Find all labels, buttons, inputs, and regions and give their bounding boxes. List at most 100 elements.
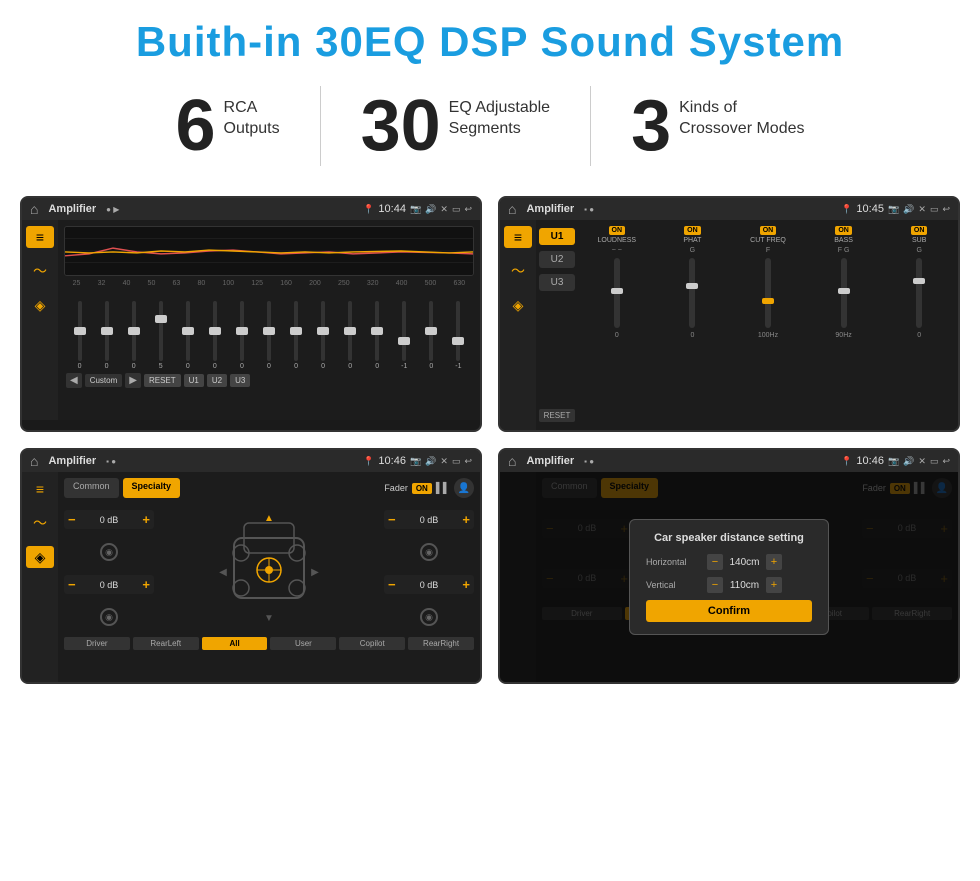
vertical-minus-btn[interactable]: − (707, 577, 723, 593)
sidebar-fader-eq-icon[interactable]: ≡ (26, 478, 54, 500)
left-db1-plus[interactable]: + (142, 512, 150, 527)
btn-user[interactable]: User (270, 637, 336, 650)
dialog-vertical-label: Vertical (646, 580, 701, 590)
left-db2-val: 0 dB (79, 580, 140, 590)
eq-u1-btn[interactable]: U1 (184, 374, 204, 387)
eq-prev-btn[interactable]: ◀ (66, 373, 82, 388)
right-db2-minus[interactable]: − (388, 577, 396, 592)
back-icon-fader[interactable]: ↩ (464, 456, 472, 467)
dialog-horizontal-row: Horizontal − 140cm + (646, 554, 812, 570)
camera-icon-dialog: 📷 (888, 456, 899, 467)
eq-preset-label: Custom (85, 374, 123, 387)
amp-preset-u1[interactable]: U1 (539, 228, 575, 245)
home-icon-amp[interactable]: ⌂ (508, 201, 516, 217)
app-title-fader: Amplifier (48, 455, 96, 467)
sidebar-eq-icon[interactable]: ≡ (26, 226, 54, 248)
status-bar-fader: ⌂ Amplifier ▪ ● 📍 10:46 📷 🔊 ✕ ▭ ↩ (22, 450, 480, 472)
sidebar-amp-eq-icon[interactable]: ≡ (504, 226, 532, 248)
eq-reset-btn[interactable]: RESET (144, 374, 181, 387)
eq-graph (64, 226, 474, 276)
svg-text:▶: ▶ (311, 567, 319, 578)
sub-on-badge[interactable]: ON (911, 226, 928, 235)
left-db2-plus[interactable]: + (142, 577, 150, 592)
location-icon-dialog: 📍 (841, 456, 852, 467)
back-icon-eq[interactable]: ↩ (464, 204, 472, 215)
eq-sliders: 0 0 0 5 0 0 0 0 0 0 0 0 -1 0 -1 (64, 290, 474, 370)
eq-main: 253240506380100125160200250320400500630 … (58, 220, 480, 420)
status-time-dialog: 10:46 (856, 455, 884, 467)
fader-on-badge[interactable]: ON (412, 483, 432, 494)
btn-all[interactable]: All (202, 637, 268, 650)
sidebar-wave-icon[interactable]: 〜 (26, 260, 54, 282)
fader-right-speaker-1: ◉ (384, 543, 474, 561)
eq-next-btn[interactable]: ▶ (125, 373, 141, 388)
btn-rearright[interactable]: RearRight (408, 637, 474, 650)
home-icon-eq[interactable]: ⌂ (30, 201, 38, 217)
signal-icon-amp: ✕ (918, 204, 926, 215)
battery-icon-fader: ▭ (452, 456, 461, 467)
fader-body: − 0 dB + ◉ − 0 dB + ◉ (64, 503, 474, 633)
sidebar-speaker-icon[interactable]: ◈ (26, 294, 54, 316)
horizontal-plus-btn[interactable]: + (766, 554, 782, 570)
sidebar-amp-speaker-icon[interactable]: ◈ (504, 294, 532, 316)
sub-slider[interactable] (916, 258, 922, 328)
eq-bottom-bar: ◀ Custom ▶ RESET U1 U2 U3 (64, 370, 474, 391)
right-db1-minus[interactable]: − (388, 512, 396, 527)
amp-control-loudness: ON LOUDNESS ~~ 0 (582, 226, 652, 424)
sub-label: SUB (912, 237, 926, 244)
left-db1-minus[interactable]: − (68, 512, 76, 527)
fader-right-db-1: − 0 dB + (384, 510, 474, 529)
horizontal-minus-btn[interactable]: − (707, 554, 723, 570)
app-title-eq: Amplifier (48, 203, 96, 215)
bass-slider[interactable] (841, 258, 847, 328)
home-icon-fader[interactable]: ⌂ (30, 453, 38, 469)
right-db1-val: 0 dB (399, 515, 460, 525)
tab-common[interactable]: Common (64, 478, 119, 498)
phat-on-badge[interactable]: ON (684, 226, 701, 235)
tab-specialty[interactable]: Specialty (123, 478, 181, 498)
stat-number-rca: 6 (176, 90, 216, 162)
home-icon-dialog[interactable]: ⌂ (508, 453, 516, 469)
back-icon-dialog[interactable]: ↩ (942, 456, 950, 467)
cutfreq-slider[interactable] (765, 258, 771, 328)
amp-reset-btn[interactable]: RESET (539, 409, 575, 422)
bass-on-badge[interactable]: ON (835, 226, 852, 235)
sidebar-amp-wave-icon[interactable]: 〜 (504, 260, 532, 282)
camera-icon-fader: 📷 (410, 456, 421, 467)
back-icon-amp[interactable]: ↩ (942, 204, 950, 215)
eq-u2-btn[interactable]: U2 (207, 374, 227, 387)
dialog-vertical-control: − 110cm + (707, 577, 782, 593)
btn-copilot[interactable]: Copilot (339, 637, 405, 650)
sidebar-fader-speaker-icon[interactable]: ◈ (26, 546, 54, 568)
dialog-horizontal-control: − 140cm + (707, 554, 782, 570)
app-title-dialog: Amplifier (526, 455, 574, 467)
amp-preset-u2[interactable]: U2 (539, 251, 575, 268)
left-db2-minus[interactable]: − (68, 577, 76, 592)
fader-left-db-1: − 0 dB + (64, 510, 154, 529)
amp-preset-u3[interactable]: U3 (539, 274, 575, 291)
status-time-eq: 10:44 (378, 203, 406, 215)
fader-left-speaker-1: ◉ (64, 543, 154, 561)
battery-icon-amp: ▭ (930, 204, 939, 215)
fader-user-icon[interactable]: 👤 (454, 478, 474, 498)
eq-u3-btn[interactable]: U3 (230, 374, 250, 387)
fader-label: Fader (384, 483, 408, 493)
amp-presets: U1 U2 U3 RESET (536, 220, 578, 430)
right-db2-plus[interactable]: + (462, 577, 470, 592)
fader-right-db-2: − 0 dB + (384, 575, 474, 594)
loudness-slider[interactable] (614, 258, 620, 328)
stat-label-crossover: Kinds ofCrossover Modes (679, 98, 804, 140)
screen-content-amp: ≡ 〜 ◈ U1 U2 U3 RESET ON LOUDNESS ~~ (500, 220, 958, 430)
fader-tabs: Common Specialty Fader ON ▌▌ 👤 (64, 478, 474, 498)
phat-slider[interactable] (689, 258, 695, 328)
confirm-button[interactable]: Confirm (646, 600, 812, 622)
vertical-plus-btn[interactable]: + (766, 577, 782, 593)
sidebar-fader-wave-icon[interactable]: 〜 (26, 512, 54, 534)
btn-rearleft[interactable]: RearLeft (133, 637, 199, 650)
status-time-fader: 10:46 (378, 455, 406, 467)
btn-driver[interactable]: Driver (64, 637, 130, 650)
fader-right-controls: − 0 dB + ◉ − 0 dB + ◉ (384, 503, 474, 633)
right-db1-plus[interactable]: + (462, 512, 470, 527)
loudness-on-badge[interactable]: ON (609, 226, 626, 235)
cutfreq-on-badge[interactable]: ON (760, 226, 777, 235)
